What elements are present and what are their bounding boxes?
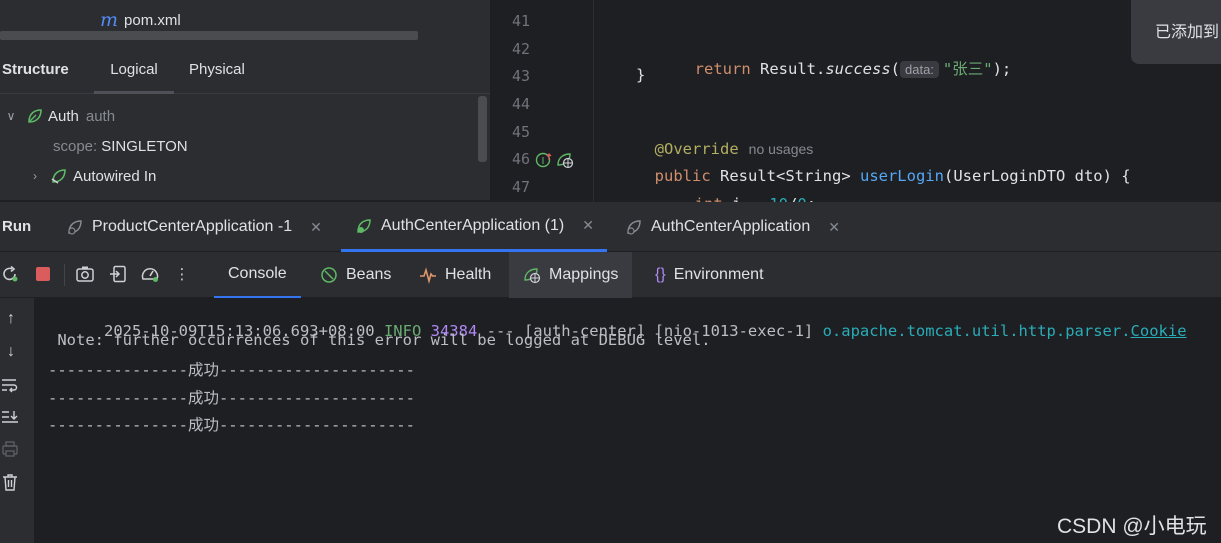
stop-icon[interactable]: [33, 264, 55, 286]
success-line: ---------------成功---------------------: [48, 389, 415, 407]
scope-value: SINGLETON: [101, 137, 188, 155]
keyword: return: [694, 60, 751, 78]
mappings-tab-label: Mappings: [549, 266, 619, 283]
parameter-hint: data:: [900, 61, 939, 78]
line-number: 46: [511, 150, 530, 168]
environment-tab-label: Environment: [673, 266, 764, 283]
bean-id: auth: [85, 107, 116, 125]
tab-environment[interactable]: {} Environment: [641, 252, 778, 298]
code-line-43: }: [636, 66, 646, 84]
tab-physical[interactable]: Physical: [189, 48, 245, 94]
code-line-42: return Result.success(data: "张三");: [636, 39, 1011, 79]
tree-item-scope: scope: SINGLETON: [53, 132, 188, 160]
notification-toast[interactable]: 已添加到: [1131, 0, 1221, 64]
soft-wrap-icon[interactable]: [0, 376, 22, 394]
log-logger-link[interactable]: Cookie: [1131, 322, 1187, 340]
log-note: Note: further occurrences of this error …: [48, 331, 711, 349]
pom-file-label: pom.xml: [124, 11, 181, 29]
line-number: 42: [511, 40, 530, 58]
arrow-down-icon[interactable]: ↓: [0, 343, 22, 361]
code-text: (UserLoginDTO dto) {: [943, 167, 1131, 185]
close-icon[interactable]: ✕: [828, 219, 840, 236]
structure-tool-window: m pom.xml Structure Logical Physical ∨ A…: [0, 0, 490, 200]
vertical-scrollbar[interactable]: [478, 96, 487, 162]
exit-icon[interactable]: [108, 264, 130, 286]
svg-text:I: I: [542, 156, 545, 167]
run-configuration-tabs: Run ProductCenterApplication -1 ✕ AuthCe…: [0, 202, 1221, 252]
scope-label: scope:: [53, 137, 98, 155]
run-tab-label: AuthCenterApplication: [651, 218, 811, 235]
environment-icon: {}: [655, 266, 666, 283]
gutter-separator: [593, 0, 594, 202]
structure-title: Structure: [2, 61, 69, 78]
tab-logical[interactable]: Logical: [94, 48, 174, 94]
line-number: 47: [511, 178, 530, 196]
toolbar-divider: [64, 264, 65, 286]
health-icon: [419, 266, 437, 284]
console-tab-label: Console: [228, 265, 287, 282]
run-title: Run: [2, 218, 32, 235]
autowired-label: Autowired In: [73, 167, 157, 185]
success-line: ---------------成功---------------------: [48, 416, 415, 434]
run-tab-auth-center-1[interactable]: AuthCenterApplication (1) ✕: [341, 202, 607, 252]
spring-boot-icon: [66, 218, 84, 236]
implements-gutter-icon[interactable]: I: [535, 151, 553, 169]
bean-name: Auth: [48, 107, 79, 125]
spring-bean-icon: [26, 107, 44, 125]
print-icon[interactable]: [0, 440, 22, 458]
run-toolbar: ⋮ Console Beans Health Mappings {} Envir…: [0, 252, 1221, 298]
mappings-icon: [523, 266, 541, 284]
log-logger: o.apache.tomcat.util.http.parser.: [822, 322, 1131, 340]
arrow-up-icon[interactable]: ↑: [0, 310, 22, 328]
line-number: 43: [511, 67, 530, 85]
project-file-pom[interactable]: m pom.xml: [100, 8, 181, 32]
tree-item-autowired-in[interactable]: › Autowired In: [28, 162, 156, 190]
tab-beans[interactable]: Beans: [306, 252, 405, 298]
trash-icon[interactable]: [0, 472, 22, 492]
success-line: ---------------成功---------------------: [48, 361, 415, 379]
tab-mappings[interactable]: Mappings: [509, 252, 633, 298]
endpoint-gutter-icon[interactable]: [556, 151, 574, 169]
scroll-to-end-icon[interactable]: [0, 408, 22, 426]
dashboard-icon[interactable]: [140, 264, 162, 286]
autowired-icon: [50, 167, 68, 185]
beans-tab-label: Beans: [346, 266, 392, 283]
run-tab-label: AuthCenterApplication (1): [381, 216, 565, 234]
more-options-icon[interactable]: ⋮: [171, 264, 193, 286]
toast-text: 已添加到: [1155, 24, 1220, 41]
code-text: (: [890, 60, 900, 78]
run-tab-auth-center[interactable]: AuthCenterApplication ✕: [625, 202, 840, 252]
code-text: Result.: [750, 60, 826, 78]
line-number: 44: [511, 95, 530, 113]
spring-boot-icon: [355, 217, 373, 235]
chevron-down-icon[interactable]: ∨: [4, 109, 18, 123]
chevron-right-icon[interactable]: ›: [28, 169, 42, 183]
method-call: success: [825, 60, 891, 78]
tree-item-auth-bean[interactable]: ∨ Auth auth: [4, 102, 115, 130]
run-tab-label: ProductCenterApplication -1: [92, 218, 293, 235]
rerun-icon[interactable]: [0, 264, 22, 286]
close-icon[interactable]: ✕: [582, 217, 594, 234]
structure-tabs: Structure Logical Physical: [0, 48, 490, 94]
code-text: );: [992, 60, 1012, 78]
tab-health[interactable]: Health: [405, 252, 505, 298]
run-tool-window: Run ProductCenterApplication -1 ✕ AuthCe…: [0, 202, 1221, 543]
spring-boot-icon: [625, 218, 643, 236]
method-name: userLogin: [859, 167, 944, 185]
maven-file-icon: m: [100, 9, 119, 31]
line-number: 45: [511, 123, 530, 141]
string-literal: "张三": [942, 60, 993, 78]
line-number: 41: [511, 12, 530, 30]
health-tab-label: Health: [445, 266, 492, 283]
close-icon[interactable]: ✕: [310, 219, 322, 236]
watermark: CSDN @小电玩: [1057, 515, 1207, 538]
console-output[interactable]: 2025-10-09T15:13:06.693+08:00 INFO 34384…: [35, 298, 1221, 543]
camera-icon[interactable]: [75, 264, 97, 286]
run-tab-product-center[interactable]: ProductCenterApplication -1 ✕: [66, 202, 322, 252]
beans-icon: [320, 266, 338, 284]
horizontal-scrollbar[interactable]: [0, 31, 418, 40]
console-side-toolbar: ↑ ↓: [0, 298, 35, 543]
tab-console[interactable]: Console: [214, 252, 301, 298]
